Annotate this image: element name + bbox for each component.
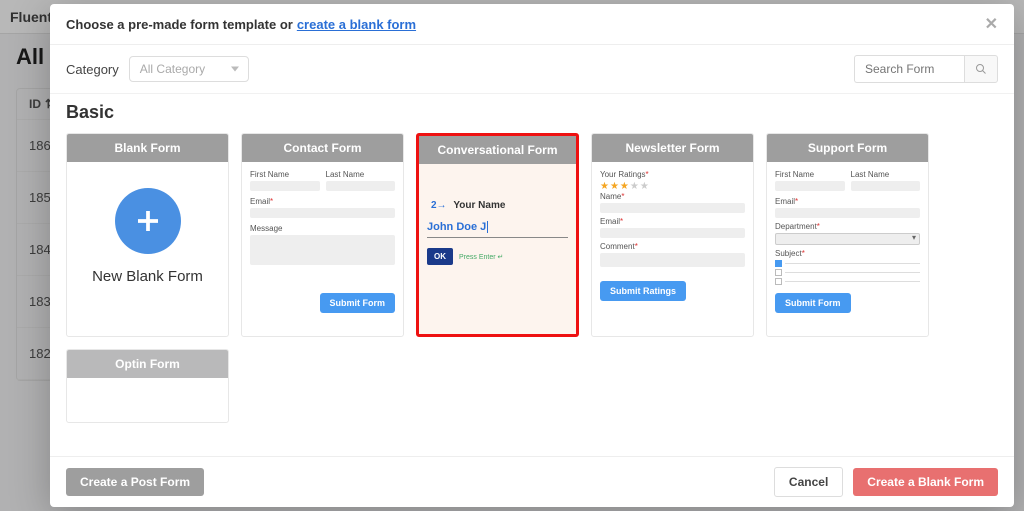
cancel-button[interactable]: Cancel: [774, 467, 843, 497]
field-label: Message: [250, 224, 395, 233]
template-modal: Choose a pre-made form template or creat…: [50, 4, 1014, 507]
field-label: Email: [600, 217, 620, 226]
modal-body: Basic Blank Form New Blank Form Contact …: [50, 94, 1014, 456]
plus-icon: [115, 188, 181, 254]
field-label: Name: [600, 192, 621, 201]
category-select[interactable]: All Category: [129, 56, 249, 82]
press-enter-hint: Press Enter ↵: [459, 253, 503, 261]
template-card-blank[interactable]: Blank Form New Blank Form: [66, 133, 229, 337]
field-label: Subject: [775, 249, 802, 258]
modal-header: Choose a pre-made form template or creat…: [50, 4, 1014, 45]
template-card-contact[interactable]: Contact Form First Name Last Name Email*…: [241, 133, 404, 337]
template-card-conversational[interactable]: Conversational Form 2→ Your Name John Do…: [416, 133, 579, 337]
search-icon: [975, 63, 987, 75]
card-title: Support Form: [767, 134, 928, 162]
card-title: Newsletter Form: [592, 134, 753, 162]
modal-prompt: Choose a pre-made form template or: [66, 17, 293, 32]
create-blank-form-button[interactable]: Create a Blank Form: [853, 468, 998, 496]
conv-step: 2→ Your Name: [427, 200, 568, 211]
submit-button: Submit Form: [775, 293, 851, 313]
field-label: Email: [250, 197, 270, 206]
ok-button: OK: [427, 248, 453, 265]
create-blank-link[interactable]: create a blank form: [297, 17, 416, 32]
close-icon[interactable]: ✕: [985, 14, 998, 34]
card-title: Blank Form: [67, 134, 228, 162]
conv-answer: John Doe J: [427, 221, 568, 238]
create-post-form-button[interactable]: Create a Post Form: [66, 468, 204, 496]
search-button[interactable]: [964, 55, 998, 83]
field-label: Email: [775, 197, 795, 206]
blank-form-label: New Blank Form: [75, 268, 220, 285]
card-title: Optin Form: [67, 350, 228, 378]
submit-button: Submit Form: [320, 293, 396, 313]
star-rating: ★★★★★: [600, 181, 745, 192]
field-label: Last Name: [851, 170, 921, 179]
modal-footer: Create a Post Form Cancel Create a Blank…: [50, 456, 1014, 507]
card-title: Conversational Form: [419, 136, 576, 164]
section-title: Basic: [66, 102, 998, 123]
modal-toolbar: Category All Category: [50, 45, 1014, 94]
card-title: Contact Form: [242, 134, 403, 162]
template-card-newsletter[interactable]: Newsletter Form Your Ratings* ★★★★★ Name…: [591, 133, 754, 337]
template-card-support[interactable]: Support Form First Name Last Name Email*…: [766, 133, 929, 337]
field-label: Comment: [600, 242, 635, 251]
field-label: Last Name: [326, 170, 396, 179]
field-label: Department: [775, 222, 817, 231]
search-input[interactable]: [854, 55, 964, 83]
field-label: First Name: [250, 170, 320, 179]
field-label: Your Ratings: [600, 170, 646, 179]
category-label: Category: [66, 62, 119, 77]
category-value: All Category: [140, 62, 205, 76]
field-label: First Name: [775, 170, 845, 179]
submit-button: Submit Ratings: [600, 281, 686, 301]
template-card-optin[interactable]: Optin Form: [66, 349, 229, 423]
